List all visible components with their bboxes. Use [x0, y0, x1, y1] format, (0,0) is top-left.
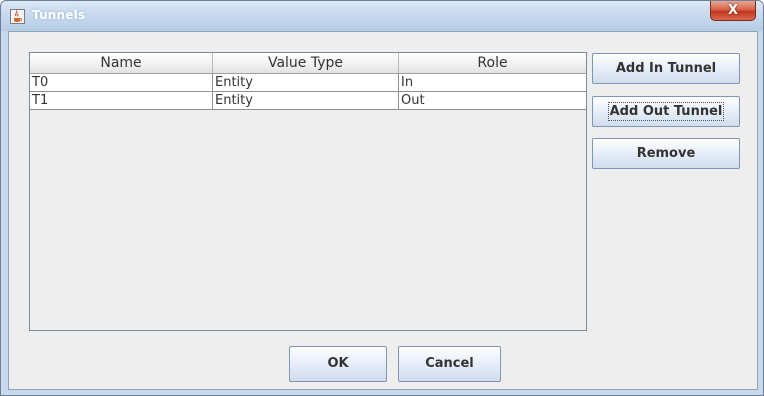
column-header-value-type[interactable]: Value Type — [213, 53, 399, 73]
remove-button[interactable]: Remove — [592, 138, 740, 169]
title-bar[interactable]: Tunnels X — [1, 1, 763, 31]
tunnels-table[interactable]: Name Value Type Role T0 Entity In T1 Ent… — [29, 52, 587, 331]
table-row[interactable]: T1 Entity Out — [30, 92, 586, 110]
add-out-tunnel-button[interactable]: Add Out Tunnel — [592, 96, 740, 127]
dialog-content: Name Value Type Role T0 Entity In T1 Ent… — [8, 31, 758, 390]
window-title: Tunnels — [32, 8, 86, 22]
cell-role[interactable]: Out — [399, 92, 586, 110]
table-row[interactable]: T0 Entity In — [30, 74, 586, 92]
java-cup-icon[interactable] — [10, 9, 25, 24]
cell-role[interactable]: In — [399, 74, 586, 92]
add-in-tunnel-button[interactable]: Add In Tunnel — [592, 53, 740, 84]
cell-value-type[interactable]: Entity — [213, 92, 399, 110]
add-out-tunnel-label: Add Out Tunnel — [607, 102, 725, 121]
table-header: Name Value Type Role — [30, 53, 586, 74]
cancel-button[interactable]: Cancel — [398, 346, 501, 382]
ok-button[interactable]: OK — [289, 346, 387, 382]
column-header-name[interactable]: Name — [30, 53, 213, 73]
cell-name[interactable]: T1 — [30, 92, 213, 110]
close-button[interactable]: X — [710, 1, 756, 21]
cancel-label: Cancel — [425, 356, 474, 371]
ok-label: OK — [327, 356, 349, 371]
cell-value-type[interactable]: Entity — [213, 74, 399, 92]
column-header-role[interactable]: Role — [399, 53, 586, 73]
cell-name[interactable]: T0 — [30, 74, 213, 92]
add-in-tunnel-label: Add In Tunnel — [615, 61, 717, 76]
remove-label: Remove — [636, 146, 696, 161]
close-icon: X — [727, 3, 739, 18]
tunnels-dialog: Tunnels X Name Value Type Role T0 Entity… — [0, 0, 764, 396]
